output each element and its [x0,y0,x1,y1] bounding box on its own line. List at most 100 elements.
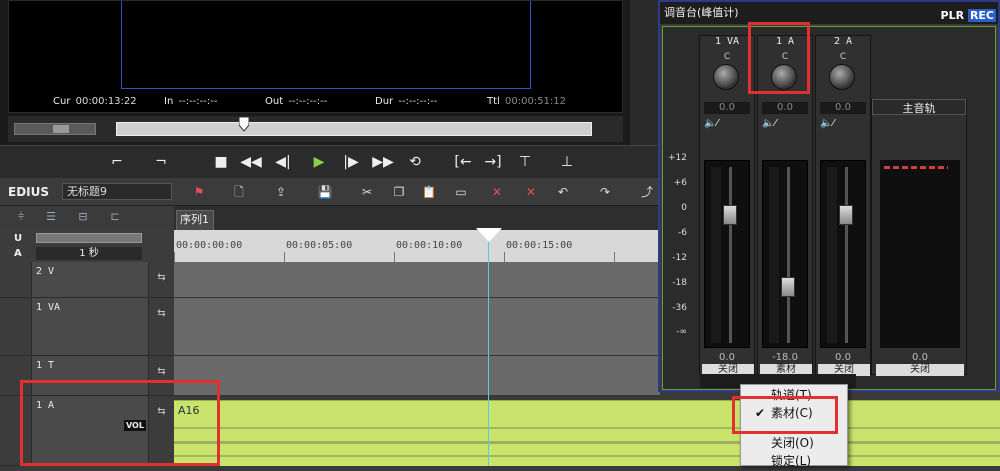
in-timecode: In --:--:--:-- [164,96,218,107]
strip-level: 0.0 [719,352,735,363]
track-controls: ⫩ ☰ ⊟ ⊏ [0,206,174,230]
fader-well [704,160,750,348]
link-icon[interactable]: ▭ [450,183,472,201]
scrub-bar[interactable] [116,117,592,136]
rec-badge[interactable]: REC [967,9,996,22]
new-icon[interactable]: 🗋 [228,183,250,201]
open-icon[interactable]: ⇪ [270,183,292,201]
fader-slot [787,167,790,343]
playhead-line[interactable] [488,230,489,466]
track-header-2v[interactable]: 2 V ⇆ [0,262,174,298]
track-link-icon[interactable]: ⊏ [104,210,126,226]
undo-icon[interactable]: ↶ [552,183,574,201]
highlight-track-1a [20,380,220,466]
strip-title: 2 A [833,36,853,47]
db-label: +12 [668,153,687,163]
pan-center-label: C [723,52,731,62]
fader-handle[interactable] [781,277,795,297]
play-icon[interactable]: ▶ [306,150,332,174]
track-switch-icon[interactable]: ⇆ [148,298,174,355]
master-level: 0.0 [912,352,928,363]
fader-well [762,160,808,348]
track-name: 2 V [36,266,55,277]
shuttle-slider[interactable] [14,123,96,135]
cut-icon[interactable]: ✂ [356,183,378,201]
next-edit-icon[interactable]: →] [480,150,506,174]
scrub-thumb[interactable] [239,117,249,137]
pan-knob[interactable] [829,64,855,90]
ripple-delete-icon[interactable]: ✕ [520,183,542,201]
export-icon[interactable]: ⤴ [636,183,658,201]
mixer-strip-1va: 1 VA C 0.0 🔈⁄ 0.0 关闭 [699,35,755,376]
zoom-control: 1 秒 U A [0,230,174,262]
track-header-1va[interactable]: 1 VA ⇆ [0,298,174,356]
project-name-field[interactable]: 无标题9 [62,183,172,200]
pan-value: 0.0 [820,102,866,114]
ruler-label-3: 00:00:15:00 [506,240,573,251]
peak-indicator [884,166,948,169]
pan-knob[interactable] [713,64,739,90]
ruler-tick [504,252,505,262]
track-lane-2v[interactable] [174,262,660,298]
dur-timecode: Dur --:--:--:-- [375,96,438,107]
track-lane-1va[interactable] [174,298,660,356]
timeline-ruler[interactable]: 00:00:00:00 00:00:05:00 00:00:10:00 00:0… [174,230,660,262]
track-name: 1 VA [36,302,61,313]
tab-sequence1[interactable]: 序列1 [176,210,214,230]
audio-clip[interactable]: A16 [174,400,1000,466]
paste-icon[interactable]: 📋 [418,183,440,201]
mark-out-icon[interactable]: ¬ [148,150,174,174]
master-mode-select[interactable]: 关闭 [876,364,964,376]
scrub-area [8,116,623,142]
menu-item-lock[interactable]: 锁定(L) [741,451,847,471]
master-meter [880,160,960,348]
mute-solo-icon[interactable]: 🔈⁄ [820,118,834,129]
track-lane-1t[interactable] [174,356,660,396]
mute-solo-icon[interactable]: 🔈⁄ [704,118,718,129]
zoom-scale-select[interactable]: 1 秒 [36,247,142,260]
ttl-timecode: Ttl 00:00:51:12 [487,96,567,107]
zoom-slider[interactable] [36,233,142,243]
insert-icon[interactable]: ⊤ [512,150,538,174]
pan-value: 0.0 [762,102,808,114]
strip-level: 0.0 [835,352,851,363]
db-label: +6 [673,178,687,188]
video-frame [121,1,531,89]
track-lock-cell [0,262,32,297]
step-back-icon[interactable]: ◀| [270,150,296,174]
cur-timecode: Cur 00:00:13:22 [53,96,137,107]
fader-well [820,160,866,348]
mixer-title-bar[interactable]: 调音台(峰值计) PLR REC [660,2,998,24]
track-sync-icon[interactable]: ☰ [40,210,62,226]
track-switch-icon[interactable]: ⇆ [148,262,174,297]
step-forward-icon[interactable]: |▶ [338,150,364,174]
highlight-menu-clip [732,396,838,434]
mute-solo-icon[interactable]: 🔈⁄ [762,118,776,129]
plr-rec-label: PLR REC [941,5,996,27]
fader-handle[interactable] [723,205,737,225]
db-label: -∞ [676,327,687,337]
track-group-icon[interactable]: ⊟ [72,210,94,226]
ruler-label-0: 00:00:00:00 [176,240,243,251]
marker-icon[interactable]: ⚑ [188,183,210,201]
track-lock-icon[interactable]: U [14,233,22,244]
stop-icon[interactable]: ■ [208,150,234,174]
audio-waveform [174,427,1000,457]
save-icon[interactable]: 💾 [314,183,336,201]
track-add-icon[interactable]: ⫩ [10,210,32,226]
shuttle-thumb[interactable] [53,125,69,133]
level-meter [769,167,779,343]
loop-icon[interactable]: ⟲ [402,150,428,174]
fast-forward-icon[interactable]: ▶▶ [370,150,396,174]
mark-in-icon[interactable]: ⌐ [104,150,130,174]
prev-edit-icon[interactable]: [← [450,150,476,174]
track-audio-icon[interactable]: A [14,248,22,259]
fader-handle[interactable] [839,205,853,225]
copy-icon[interactable]: ❐ [388,183,410,201]
overwrite-icon[interactable]: ⊥ [554,150,580,174]
playhead-handle[interactable] [476,228,502,242]
rewind-icon[interactable]: ◀◀ [238,150,264,174]
delete-icon[interactable]: ✕ [486,183,508,201]
redo-icon[interactable]: ↷ [594,183,616,201]
menu-item-off[interactable]: 关闭(O) [741,433,847,453]
